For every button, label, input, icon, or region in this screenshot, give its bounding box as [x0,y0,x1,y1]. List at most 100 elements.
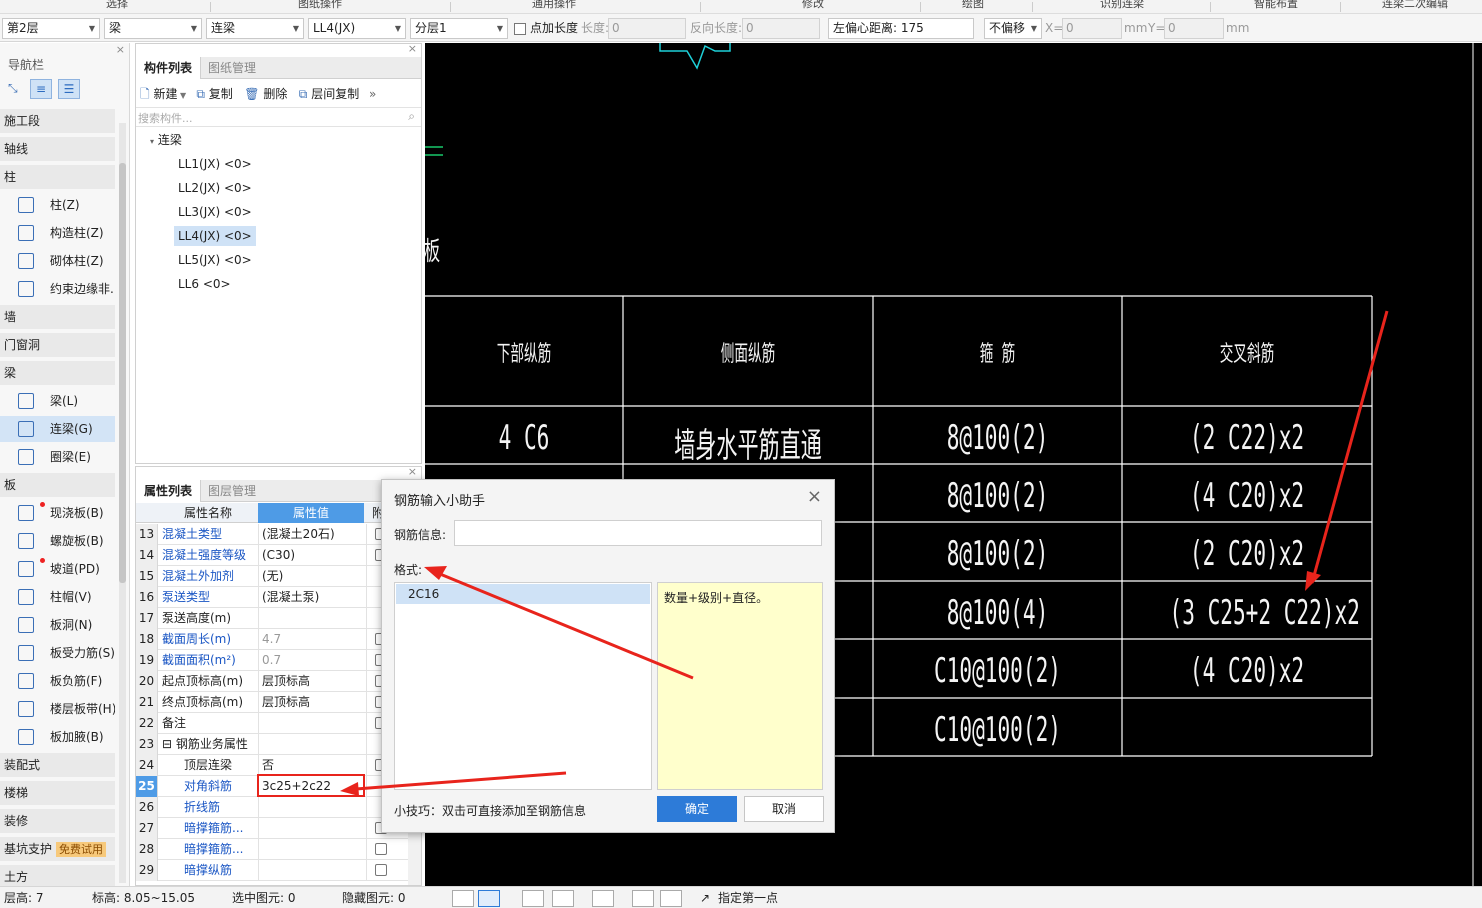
property-value[interactable] [258,839,364,860]
property-row[interactable]: 13 混凝土类型 (混凝土20石) [136,524,408,545]
nav-category-wall[interactable]: 墙 [0,305,115,329]
property-row[interactable]: 16 泵送类型 (混凝土泵) [136,587,408,608]
nav-item-coupling-beam[interactable]: 连梁(G) [0,416,115,442]
property-row[interactable]: 26 折线筋 [136,797,408,818]
property-value[interactable]: (混凝土20石) [258,524,364,545]
ribbon-group-smart-layout[interactable]: 智能布置 [1254,0,1298,11]
nav-category-column[interactable]: 柱 [0,165,115,189]
property-value[interactable] [258,818,364,839]
close-icon[interactable]: × [807,486,822,507]
property-row[interactable]: 28 暗撑箍筋... [136,839,408,860]
nav-item-ramp[interactable]: 坡道(PD) [0,556,115,582]
tree-item-ll5[interactable]: LL5(JX) <0> [174,250,256,270]
tree-item-ll4[interactable]: LL4(JX) <0> [174,226,256,246]
nav-item-ring-beam[interactable]: 圈梁(E) [0,444,115,470]
cancel-button[interactable]: 取消 [744,796,824,822]
intersection-toggle[interactable] [522,890,544,907]
ortho-toggle[interactable] [452,890,474,907]
tree-item-ll1[interactable]: LL1(JX) <0> [174,154,256,174]
tree-item-ll2[interactable]: LL2(JX) <0> [174,178,256,198]
nav-category-axis[interactable]: 轴线 [0,137,115,161]
property-row[interactable]: 21 终点顶标高(m) 层顶标高 [136,692,408,713]
move-mode-select[interactable]: 不偏移 ▼ [984,18,1042,39]
property-row[interactable]: 19 截面面积(m²) 0.7 [136,650,408,671]
tree-root[interactable]: ▾ 连梁 [146,130,186,152]
scrollbar[interactable] [119,123,126,883]
tab-layer-management[interactable]: 图层管理 [200,480,264,502]
more-icon[interactable]: » [369,87,376,101]
nav-category-opening[interactable]: 门窗洞 [0,333,115,357]
floor-copy-button[interactable]: 层间复制 [311,87,359,101]
ribbon-group-drawing-ops[interactable]: 图纸操作 [298,0,342,11]
tab-drawing-management[interactable]: 图纸管理 [200,57,264,79]
curve-toggle[interactable] [660,890,682,907]
search-box[interactable]: 搜索构件... ⌕ [136,107,421,127]
add-length-checkbox[interactable] [514,23,526,35]
nav-item-slab-haunch[interactable]: 板加腋(B) [0,724,115,750]
display-toggle[interactable] [632,890,654,907]
scrollbar-thumb[interactable] [119,163,126,583]
angle-toggle[interactable] [552,890,574,907]
nav-item-slab-hole[interactable]: 板洞(N) [0,612,115,638]
property-row[interactable]: 29 暗撑纵筋 [136,860,408,881]
floor-select[interactable]: 第2层 ▼ [2,18,100,39]
offset-field[interactable]: 左偏心距离: 175 [828,18,974,39]
ribbon-group-select[interactable]: 选择 [106,0,128,11]
property-value[interactable] [258,797,364,818]
copy-button[interactable]: 复制 [209,87,233,101]
nav-item-column[interactable]: 柱(Z) [0,192,115,218]
property-row[interactable]: 24 顶层连梁 否 [136,755,408,776]
property-value[interactable]: 层顶标高 [258,692,364,713]
nav-item-cast-slab[interactable]: 现浇板(B) [0,500,115,526]
property-value[interactable]: 3c25+2c22 [258,776,364,797]
nav-item-spiral-slab[interactable]: 螺旋板(B) [0,528,115,554]
search-input[interactable]: 搜索构件... [138,110,193,126]
format-list[interactable]: 2C16 [394,582,652,790]
nav-category-beam[interactable]: 梁 [0,361,115,385]
nav-category-stairs[interactable]: 楼梯 [0,781,115,805]
y-input[interactable]: 0 [1164,18,1224,39]
rebar-info-input[interactable] [454,520,822,546]
category-select[interactable]: 梁 ▼ [104,18,202,39]
reverse-length-input[interactable]: 0 [742,18,820,39]
ribbon-group-draw[interactable]: 绘图 [962,0,984,11]
length-input[interactable]: 0 [608,18,686,39]
property-value[interactable] [258,713,364,734]
snap-toggle[interactable] [478,890,500,907]
property-row[interactable]: 23 ⊟ 钢筋业务属性 [136,734,408,755]
nav-item-slab-strip[interactable]: 楼层板带(H) [0,696,115,722]
tree-item-ll3[interactable]: LL3(JX) <0> [174,202,256,222]
property-row[interactable]: 15 混凝土外加剂 (无) [136,566,408,587]
property-value[interactable] [258,860,364,881]
component-select[interactable]: LL4(JX) ▼ [308,18,406,39]
delete-button[interactable]: 删除 [263,87,287,101]
property-value[interactable] [258,734,364,755]
type-select[interactable]: 连梁 ▼ [206,18,304,39]
property-row[interactable]: 20 起点顶标高(m) 层顶标高 [136,671,408,692]
tab-component-list[interactable]: 构件列表 [136,57,202,79]
property-value[interactable]: 否 [258,755,364,776]
nav-item-constructional-column[interactable]: 构造柱(Z) [0,220,115,246]
ok-button[interactable]: 确定 [657,796,737,822]
attach-checkbox[interactable] [375,843,387,855]
property-row[interactable]: 18 截面周长(m) 4.7 [136,629,408,650]
attach-checkbox[interactable] [375,864,387,876]
property-row[interactable]: 14 混凝土强度等级 (C30) [136,545,408,566]
x-input[interactable]: 0 [1062,18,1122,39]
close-icon[interactable]: × [408,467,417,478]
nav-item-negative-rebar[interactable]: 板负筋(F) [0,668,115,694]
property-row[interactable]: 17 泵送高度(m) [136,608,408,629]
property-value[interactable]: 4.7 [258,629,364,650]
tab-property-list[interactable]: 属性列表 [136,480,202,502]
property-value[interactable]: 0.7 [258,650,364,671]
ribbon-group-modify[interactable]: 修改 [802,0,824,11]
tree-item-ll6[interactable]: LL6 <0> [174,274,235,294]
nav-category-construction-section[interactable]: 施工段 [0,109,115,133]
property-row[interactable]: 25 对角斜筋 3c25+2c22 [136,776,408,797]
property-row[interactable]: 27 暗撑箍筋... [136,818,408,839]
nav-item-column-cap[interactable]: 柱帽(V) [0,584,115,610]
nav-item-slab-rebar[interactable]: 板受力筋(S) [0,640,115,666]
property-row[interactable]: 22 备注 [136,713,408,734]
property-value[interactable]: 层顶标高 [258,671,364,692]
pin-icon[interactable]: ⤡ [8,81,18,96]
